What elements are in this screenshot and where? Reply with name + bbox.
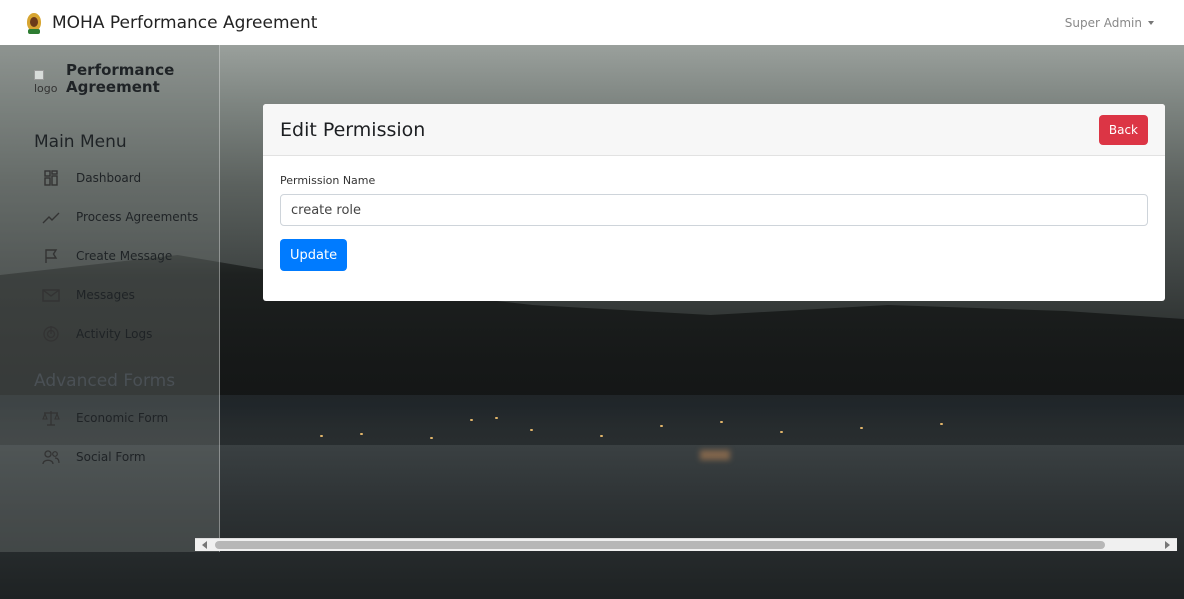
- background-city-lights: [300, 405, 1000, 445]
- permission-name-input[interactable]: [280, 194, 1148, 226]
- app-title: MOHA Performance Agreement: [52, 12, 318, 33]
- sidebar-item-process-agreements[interactable]: Process Agreements: [40, 206, 198, 228]
- back-button[interactable]: Back: [1098, 114, 1148, 145]
- card-body: Permission Name Update: [263, 156, 1165, 288]
- user-menu-dropdown[interactable]: Super Admin: [1065, 16, 1154, 30]
- sidebar-item-economic-form[interactable]: Economic Form: [40, 407, 168, 429]
- caret-down-icon: [1148, 20, 1154, 25]
- sidebar-item-label: Create Message: [76, 249, 173, 263]
- sidebar-item-dashboard[interactable]: Dashboard: [40, 167, 141, 189]
- main-menu-heading: Main Menu: [34, 132, 127, 152]
- sidebar-brand[interactable]: logo Performance Agreement: [34, 62, 176, 96]
- sidebar-item-label: Social Form: [76, 450, 146, 464]
- flag-icon: [45, 249, 58, 263]
- dashboard-icon: [44, 170, 58, 186]
- trend-line-icon: [42, 212, 60, 224]
- scroll-left-icon[interactable]: [202, 541, 207, 549]
- card-header: Edit Permission Back: [263, 104, 1165, 156]
- sidebar-item-label: Process Agreements: [76, 210, 199, 224]
- sidebar-item-social-form[interactable]: Social Form: [40, 446, 146, 468]
- background-reflection: [700, 450, 730, 460]
- page-title: Edit Permission: [280, 118, 426, 141]
- sidebar-item-label: Messages: [76, 288, 135, 302]
- permission-name-label: Permission Name: [280, 174, 376, 187]
- logo-image: logo: [34, 64, 60, 94]
- national-emblem-icon: [24, 11, 44, 35]
- scroll-right-icon[interactable]: [1165, 541, 1170, 549]
- sidebar-brand-line1: Performance: [66, 61, 175, 79]
- top-navbar: MOHA Performance Agreement Super Admin: [0, 0, 1184, 45]
- scales-icon: [42, 411, 60, 426]
- sidebar-item-activity-logs[interactable]: Activity Logs: [40, 323, 152, 345]
- horizontal-scrollbar[interactable]: [195, 538, 1177, 551]
- activity-icon: [43, 326, 59, 342]
- sidebar-item-create-message[interactable]: Create Message: [40, 245, 172, 267]
- users-icon: [42, 450, 60, 465]
- advanced-forms-heading: Advanced Forms: [34, 371, 176, 391]
- logo-alt-text: logo: [34, 82, 58, 95]
- sidebar-item-label: Dashboard: [76, 171, 142, 185]
- envelope-icon: [42, 289, 60, 302]
- user-name: Super Admin: [1064, 15, 1142, 30]
- sidebar-item-label: Economic Form: [76, 411, 169, 425]
- broken-image-icon: [34, 70, 44, 80]
- sidebar-item-messages[interactable]: Messages: [40, 284, 135, 306]
- sidebar-brand-line2: Agreement: [66, 78, 160, 96]
- edit-permission-card: Edit Permission Back Permission Name Upd…: [263, 104, 1165, 301]
- sidebar-item-label: Activity Logs: [76, 327, 153, 341]
- sidebar: logo Performance Agreement Main Menu Das…: [0, 45, 220, 552]
- scrollbar-thumb[interactable]: [215, 541, 1105, 549]
- brand[interactable]: MOHA Performance Agreement: [24, 11, 317, 35]
- update-button[interactable]: Update: [280, 239, 348, 271]
- sidebar-brand-text: Performance Agreement: [66, 62, 176, 96]
